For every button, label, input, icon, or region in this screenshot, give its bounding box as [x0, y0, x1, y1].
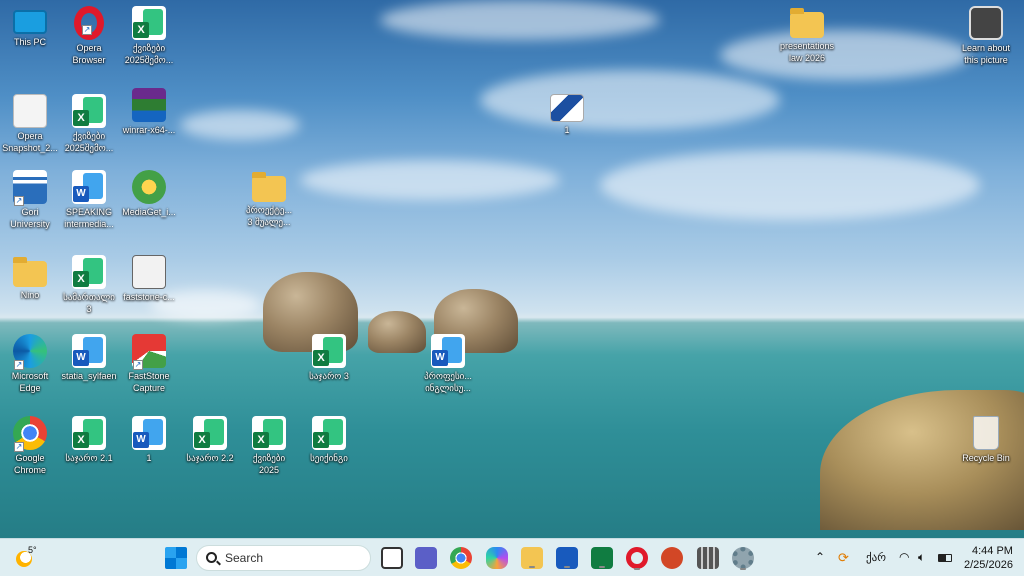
- shortcut-arrow-icon: ↗: [133, 360, 143, 370]
- search-icon: [206, 552, 217, 563]
- excel-icon: X: [193, 416, 227, 450]
- desktop-icon-excel-1[interactable]: X ქვიზები 2025შემო...: [117, 6, 181, 66]
- weather-widget[interactable]: 5°: [14, 545, 44, 571]
- desktop-icon-opera-snapshot[interactable]: Opera Snapshot_2...: [0, 94, 62, 154]
- powerpoint-icon[interactable]: [661, 547, 683, 569]
- opera-icon: ↗: [74, 6, 104, 40]
- cloud: [720, 30, 970, 80]
- excel-icon: X: [132, 6, 166, 40]
- desktop-icon-excel-3[interactable]: X სამართალი 3: [57, 255, 121, 315]
- cloud: [480, 70, 780, 130]
- faststone-installer-icon: [132, 255, 166, 289]
- running-indicator: [599, 566, 605, 568]
- excel-icon: X: [252, 416, 286, 450]
- desktop-icon-gori-university[interactable]: ↗ Gori University: [0, 170, 62, 230]
- user-folder-icon: [13, 257, 47, 287]
- document-icon: [13, 94, 47, 128]
- desktop-icon-word-2[interactable]: W პროფესი... ინგლისუ...: [416, 334, 480, 394]
- word-icon: W: [72, 170, 106, 204]
- shortcut-arrow-icon: ↗: [14, 442, 24, 452]
- camera-icon: [969, 6, 1003, 40]
- desktop-icon-mediaget[interactable]: MediaGet_i...: [117, 170, 181, 218]
- desktop-icon-this-pc[interactable]: This PC: [0, 6, 62, 48]
- recycle-bin-icon: [973, 416, 999, 450]
- desktop-icon-excel-5[interactable]: X საჯარო 2.1: [57, 416, 121, 464]
- desktop-icon-recycle-bin[interactable]: Recycle Bin: [954, 416, 1018, 464]
- teams-icon[interactable]: [415, 547, 437, 569]
- desktop-icon-folder-1[interactable]: პროექტე... 3 შუალე...: [237, 170, 301, 228]
- desktop-icon-word-3[interactable]: W 1: [117, 416, 181, 464]
- windows-start-icon[interactable]: [165, 547, 187, 569]
- folder-icon: [252, 172, 286, 202]
- task-view-icon[interactable]: [381, 547, 403, 569]
- search-placeholder: Search: [225, 551, 264, 565]
- battery-icon[interactable]: [938, 554, 952, 562]
- university-icon: ↗: [13, 170, 47, 206]
- desktop-icon-excel-8[interactable]: X სეიქინგი: [297, 416, 361, 464]
- image-file-icon: [550, 94, 584, 122]
- excel-icon: X: [312, 334, 346, 368]
- desktop-icon-excel-7[interactable]: X ქვიზები 2025: [237, 416, 301, 476]
- weather-temp: 5°: [28, 545, 37, 555]
- running-indicator: [634, 568, 640, 570]
- wifi-icon[interactable]: ◠: [899, 550, 909, 564]
- excel-icon[interactable]: [591, 547, 613, 569]
- clock-date[interactable]: 2/25/2026: [964, 559, 1013, 571]
- desktop-icon-opera-browser[interactable]: ↗ Opera Browser: [57, 6, 121, 66]
- shortcut-arrow-icon: ↗: [82, 25, 92, 35]
- desktop-icon-edge[interactable]: ↗ Microsoft Edge: [0, 334, 62, 394]
- desktop: This PC Opera Snapshot_2... ↗ Gori Unive…: [0, 0, 1024, 538]
- volume-icon[interactable]: 🔈︎: [918, 550, 925, 565]
- edge-icon: ↗: [13, 334, 47, 370]
- calculator-icon[interactable]: [697, 547, 719, 569]
- desktop-icon-excel-2[interactable]: X ქვიზები 2025შემო...: [57, 94, 121, 154]
- desktop-icon-excel-4[interactable]: X საჯარო 3: [297, 334, 361, 382]
- file-explorer-icon[interactable]: [521, 547, 543, 569]
- running-indicator: [564, 566, 570, 568]
- language-indicator[interactable]: ქარ: [866, 551, 886, 564]
- excel-icon: X: [72, 255, 106, 289]
- desktop-icon-excel-6[interactable]: X საჯარო 2.2: [178, 416, 242, 464]
- excel-icon: X: [72, 94, 106, 128]
- opera-icon[interactable]: [626, 547, 648, 570]
- faststone-icon: ↗: [132, 334, 166, 370]
- chrome-icon[interactable]: [450, 547, 472, 569]
- chrome-icon: ↗: [13, 416, 47, 452]
- word-icon: W: [431, 334, 465, 368]
- cloud: [300, 160, 560, 200]
- cloud: [600, 150, 980, 220]
- shortcut-arrow-icon: ↗: [14, 360, 24, 370]
- settings-icon[interactable]: [732, 547, 754, 570]
- desktop-icon-statia[interactable]: W statia_sylfaen: [57, 334, 121, 382]
- desktop-icon-chrome[interactable]: ↗ Google Chrome: [0, 416, 62, 476]
- mediaget-icon: [132, 170, 166, 204]
- running-indicator: [740, 568, 746, 570]
- desktop-icon-winrar[interactable]: winrar-x64-...: [117, 88, 181, 136]
- word-icon[interactable]: [556, 547, 578, 569]
- cloud: [180, 110, 300, 140]
- cloud: [380, 0, 660, 40]
- folder-icon: [790, 8, 824, 38]
- excel-icon: X: [72, 416, 106, 450]
- sync-icon[interactable]: ⟳: [838, 550, 849, 566]
- winrar-icon: [132, 88, 166, 122]
- excel-icon: X: [312, 416, 346, 450]
- word-icon: W: [132, 416, 166, 450]
- word-icon: W: [72, 334, 106, 368]
- desktop-icon-speaking[interactable]: W SPEAKING intermedia...: [57, 170, 121, 230]
- desktop-icon-learn-about[interactable]: Learn about this picture: [954, 6, 1018, 66]
- desktop-icon-presentations[interactable]: presentations law 2026: [775, 6, 839, 64]
- monitor-icon: [13, 10, 47, 34]
- desktop-icon-image-1[interactable]: 1: [535, 90, 599, 136]
- shortcut-arrow-icon: ↗: [14, 196, 24, 206]
- clock-time[interactable]: 4:44 PM: [972, 545, 1013, 557]
- desktop-icon-faststone-capture[interactable]: ↗ FastStone Capture: [117, 334, 181, 394]
- running-indicator: [529, 566, 535, 568]
- taskbar: 5° Search ⌃ ⟳ ქარ ◠ 🔈︎ 4:44 PM 2/25/2026: [0, 538, 1024, 576]
- desktop-icon-nino[interactable]: Nino: [0, 255, 62, 301]
- desktop-icon-faststone-c[interactable]: faststone-c...: [117, 255, 181, 303]
- search-box[interactable]: Search: [196, 545, 371, 571]
- show-hidden-icons[interactable]: ⌃: [815, 550, 825, 564]
- copilot-icon[interactable]: [486, 547, 508, 569]
